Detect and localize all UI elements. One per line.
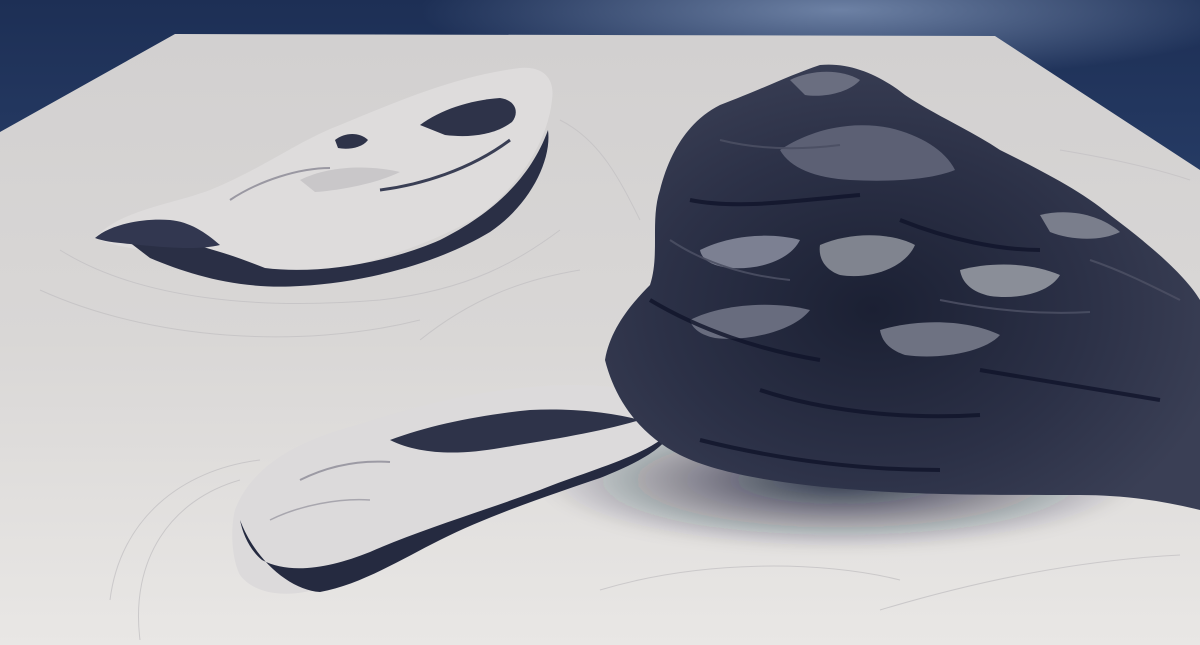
terrain-render-scene <box>0 0 1200 645</box>
